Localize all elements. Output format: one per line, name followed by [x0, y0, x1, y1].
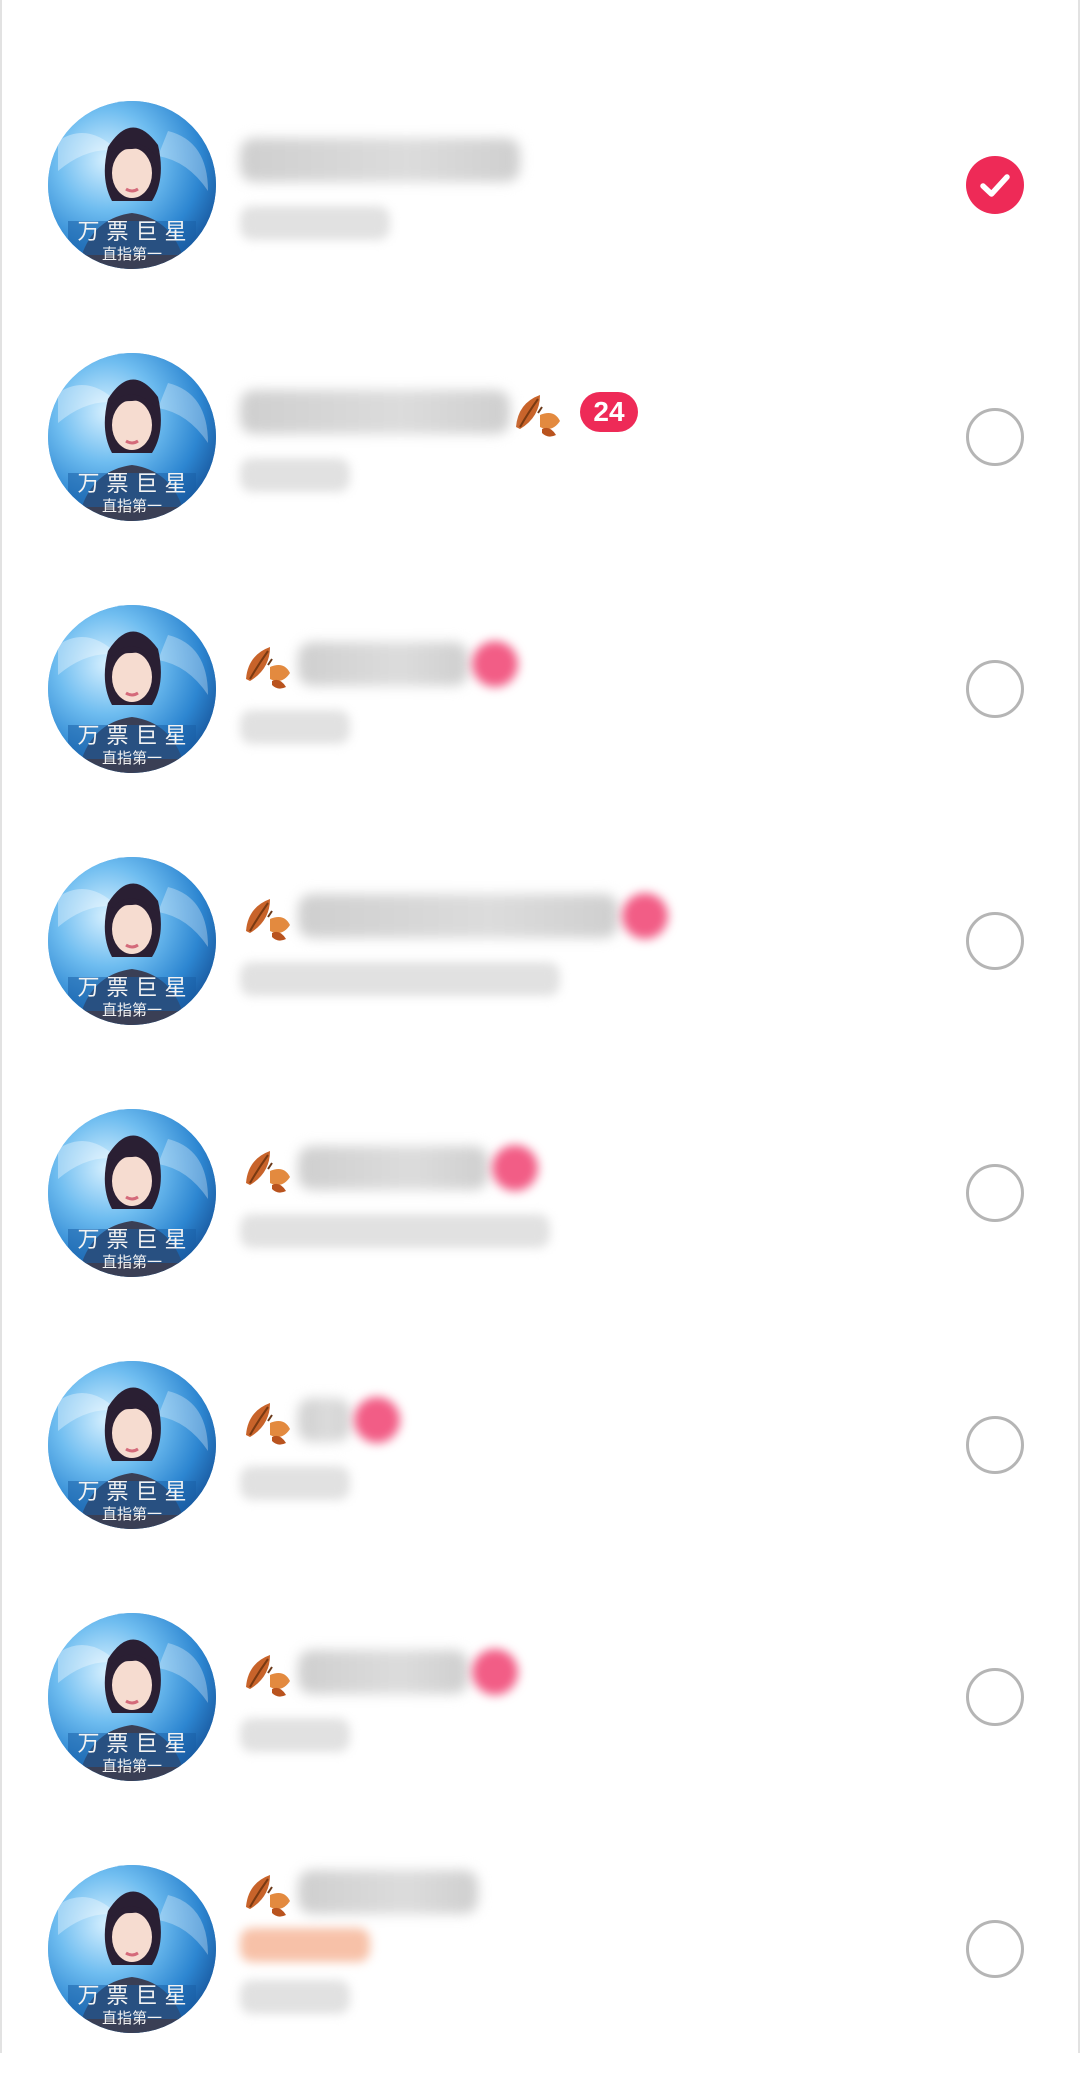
autumn-leaf-icon [240, 889, 294, 943]
contact-subtitle [240, 702, 350, 752]
avatar: 万 票 巨 星 直指第一 [48, 101, 216, 269]
blurred-subtitle [240, 1980, 350, 2014]
unselected-radio[interactable] [966, 1164, 1024, 1222]
autumn-leaf-icon [240, 1393, 294, 1447]
blurred-emoji [492, 1145, 538, 1191]
list-item[interactable]: 万 票 巨 星 直指第一 [0, 1318, 1080, 1570]
unselected-radio[interactable] [966, 912, 1024, 970]
contact-info: 24 [240, 310, 760, 562]
avatar: 万 票 巨 星 直指第一 [48, 1361, 216, 1529]
unselected-radio[interactable] [966, 408, 1024, 466]
blurred-name [298, 1650, 468, 1694]
avatar: 万 票 巨 星 直指第一 [48, 353, 216, 521]
svg-text:万 票 巨 星: 万 票 巨 星 [78, 1732, 187, 1757]
contact-subtitle [240, 198, 390, 248]
svg-text:万 票 巨 星: 万 票 巨 星 [78, 1480, 187, 1505]
blurred-subtitle [240, 962, 560, 996]
blurred-emoji [622, 893, 668, 939]
list-item[interactable]: 万 票 巨 星 直指第一 [0, 1066, 1080, 1318]
unselected-radio[interactable] [966, 1920, 1024, 1978]
contact-info [240, 562, 760, 814]
blurred-status [240, 1928, 370, 1962]
blurred-subtitle [240, 206, 390, 240]
contact-info [240, 1066, 760, 1318]
svg-text:直指第一: 直指第一 [102, 1505, 162, 1523]
contact-subtitle [240, 450, 350, 500]
blurred-name [240, 138, 520, 182]
blurred-name [240, 390, 510, 434]
svg-text:直指第一: 直指第一 [102, 245, 162, 263]
svg-text:直指第一: 直指第一 [102, 1757, 162, 1775]
svg-text:万 票 巨 星: 万 票 巨 星 [78, 1984, 187, 2009]
blurred-emoji [354, 1397, 400, 1443]
list-item[interactable]: 万 票 巨 星 直指第一 [0, 1570, 1080, 1822]
contact-info [240, 814, 760, 1066]
contact-info [240, 1570, 760, 1822]
contact-name [240, 1390, 400, 1450]
contact-subtitle [240, 1458, 350, 1508]
svg-text:万 票 巨 星: 万 票 巨 星 [78, 220, 187, 245]
contact-name [240, 130, 520, 190]
contact-name [240, 1138, 538, 1198]
autumn-leaf-icon [240, 1141, 294, 1195]
svg-text:直指第一: 直指第一 [102, 2009, 162, 2027]
contact-name [240, 1642, 518, 1702]
avatar: 万 票 巨 星 直指第一 [48, 1613, 216, 1781]
autumn-leaf-icon [240, 637, 294, 691]
autumn-leaf-icon [510, 385, 564, 439]
contact-subtitle [240, 1710, 350, 1760]
unselected-radio[interactable] [966, 1416, 1024, 1474]
svg-text:万 票 巨 星: 万 票 巨 星 [78, 472, 187, 497]
svg-text:万 票 巨 星: 万 票 巨 星 [78, 976, 187, 1001]
unread-badge: 24 [580, 392, 638, 432]
contact-name [240, 634, 518, 694]
list-item[interactable]: 万 票 巨 星 直指第一 [0, 562, 1080, 814]
blurred-subtitle [240, 458, 350, 492]
selected-radio[interactable] [966, 156, 1024, 214]
checkmark-icon [966, 156, 1024, 214]
list-item[interactable]: 万 票 巨 星 直指第一 [0, 1822, 1080, 2074]
blurred-name [298, 642, 468, 686]
blurred-subtitle [240, 710, 350, 744]
contact-subtitle [240, 1206, 550, 1256]
svg-text:直指第一: 直指第一 [102, 1253, 162, 1271]
blurred-emoji [472, 1649, 518, 1695]
contact-name [240, 1862, 478, 1922]
svg-text:万 票 巨 星: 万 票 巨 星 [78, 1228, 187, 1253]
unselected-radio[interactable] [966, 660, 1024, 718]
list-item[interactable]: 万 票 巨 星 直指第一 [0, 58, 1080, 310]
blurred-name [298, 1870, 478, 1914]
unselected-radio[interactable] [966, 1668, 1024, 1726]
avatar: 万 票 巨 星 直指第一 [48, 1865, 216, 2033]
blurred-name [298, 1398, 350, 1442]
blurred-subtitle [240, 1214, 550, 1248]
blurred-name [298, 894, 618, 938]
contact-subtitle [240, 1972, 350, 2022]
svg-text:直指第一: 直指第一 [102, 749, 162, 767]
svg-text:直指第一: 直指第一 [102, 1001, 162, 1019]
svg-text:直指第一: 直指第一 [102, 497, 162, 515]
avatar: 万 票 巨 星 直指第一 [48, 605, 216, 773]
contact-info [240, 58, 760, 310]
autumn-leaf-icon [240, 1645, 294, 1699]
list-item[interactable]: 万 票 巨 星 直指第一 24 [0, 310, 1080, 562]
blurred-subtitle [240, 1466, 350, 1500]
svg-text:万 票 巨 星: 万 票 巨 星 [78, 724, 187, 749]
list-item[interactable]: 万 票 巨 星 直指第一 [0, 814, 1080, 1066]
contact-status [240, 1920, 370, 1970]
contact-name [240, 886, 668, 946]
contact-subtitle [240, 954, 560, 1004]
contact-name: 24 [240, 382, 638, 442]
avatar: 万 票 巨 星 直指第一 [48, 1109, 216, 1277]
blurred-subtitle [240, 1718, 350, 1752]
blurred-name [298, 1146, 488, 1190]
contact-info [240, 1318, 760, 1570]
autumn-leaf-icon [240, 1865, 294, 1919]
contact-info [240, 1822, 760, 2074]
avatar: 万 票 巨 星 直指第一 [48, 857, 216, 1025]
blurred-emoji [472, 641, 518, 687]
